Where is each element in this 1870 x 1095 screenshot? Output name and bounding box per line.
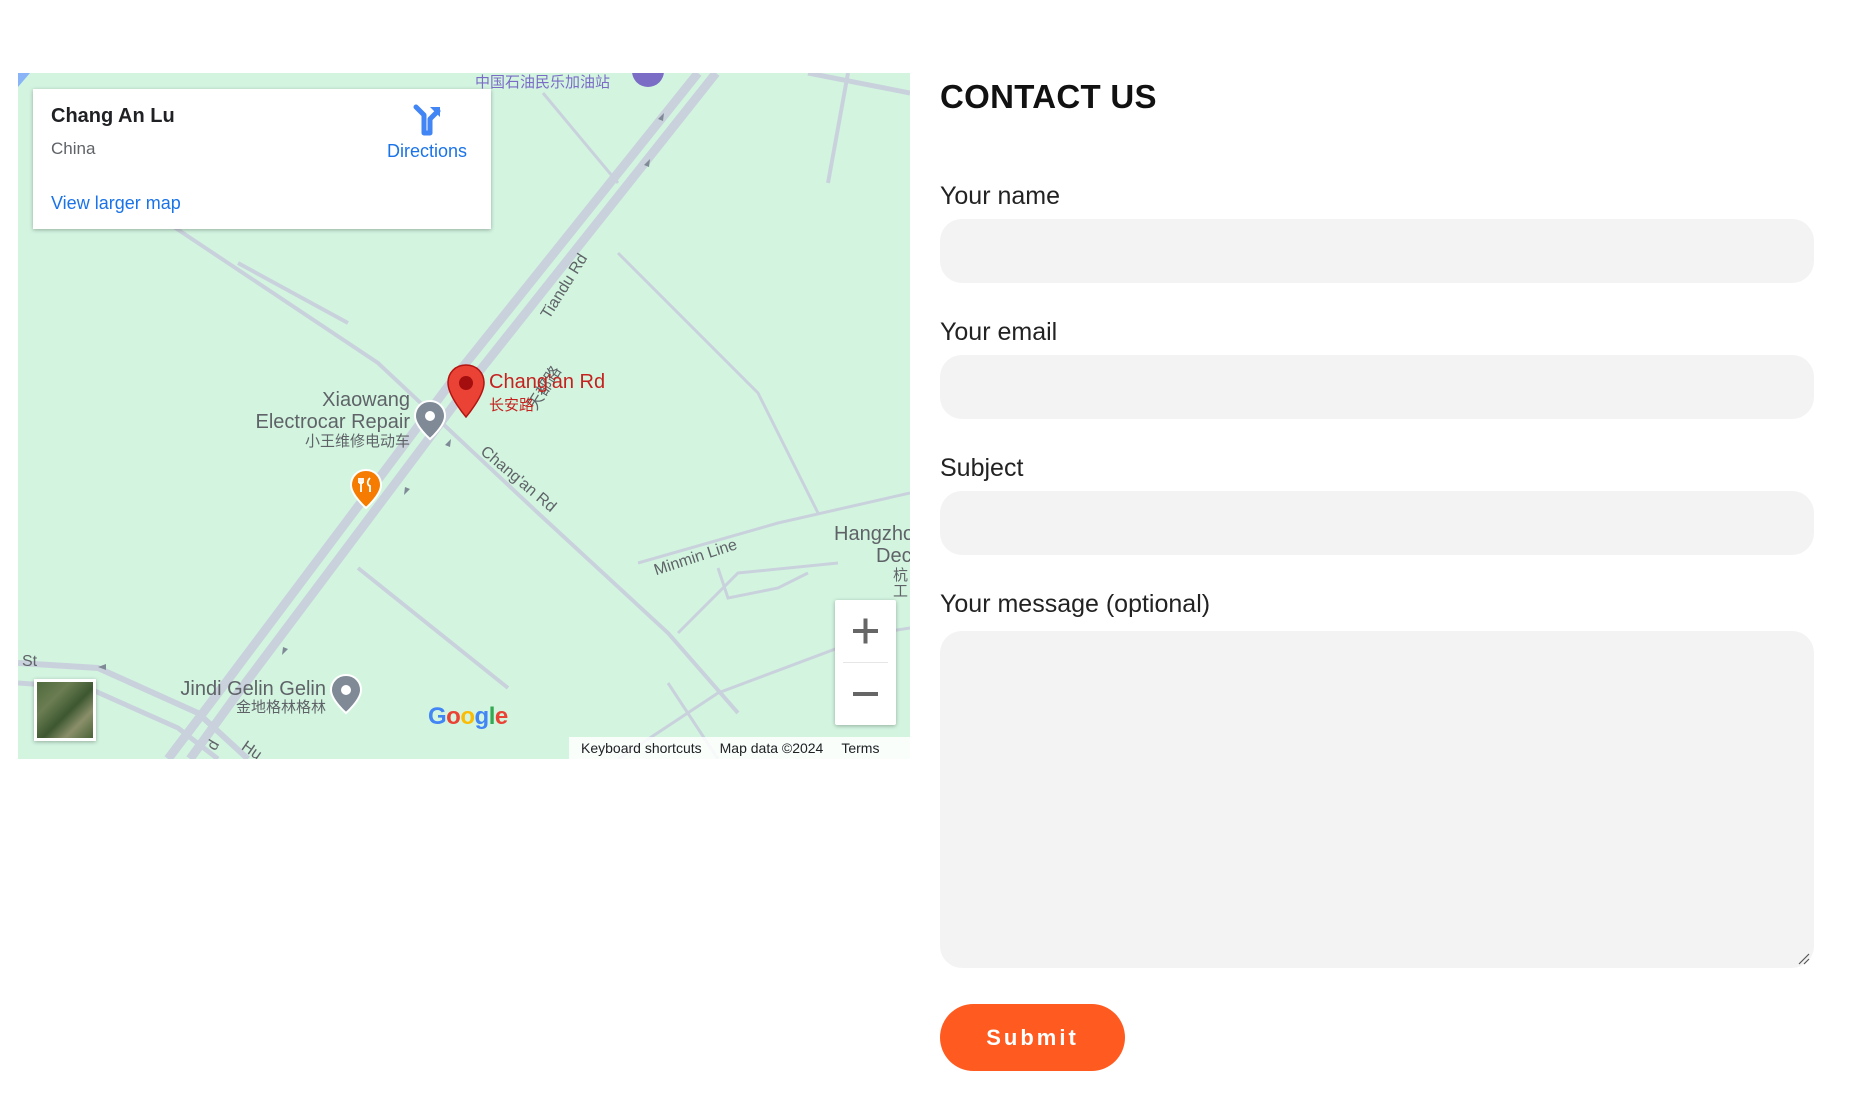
submit-button[interactable]: Submit [940, 1004, 1125, 1071]
poi-marker-icon[interactable] [412, 399, 448, 446]
directions-label: Directions [386, 141, 468, 161]
view-larger-map-link[interactable]: View larger map [51, 193, 181, 214]
poi-label-jindi-cn: 金地格林格林 [235, 699, 326, 716]
contact-title: CONTACT US [940, 78, 1157, 115]
map-pin-icon[interactable] [446, 363, 486, 424]
road-label-st: St [22, 653, 38, 670]
directions-button[interactable]: Directions [377, 103, 477, 175]
satellite-toggle-button[interactable] [34, 679, 96, 741]
map-embed[interactable]: Chang An Lu China View larger map Direct… [18, 73, 910, 759]
message-label: Your message (optional) [940, 590, 1211, 618]
zoom-controls [835, 600, 896, 725]
zoom-out-button[interactable] [835, 663, 896, 725]
poi-label-xiaowang-1: Xiaowang [322, 389, 410, 411]
minus-icon [853, 692, 878, 696]
google-logo: Google [428, 703, 508, 730]
pin-label: Chang'an Rd [489, 371, 606, 393]
poi-marker-jindi-icon[interactable] [328, 673, 364, 720]
zoom-in-button[interactable] [835, 600, 896, 662]
restaurant-icon[interactable] [348, 468, 384, 515]
email-label: Your email [940, 318, 1058, 346]
directions-icon [377, 103, 477, 137]
resize-handle-icon[interactable] [1796, 951, 1810, 965]
poi-label-hangzhou-2: Dec [876, 545, 910, 567]
poi-label-hangzhou-1: Hangzho [834, 523, 910, 545]
poi-label-xiaowang-2: Electrocar Repair [255, 411, 410, 433]
map-data-text: Map data ©2024 [719, 740, 824, 756]
poi-label-xiaowang-cn: 小王维修电动车 [304, 433, 410, 450]
subject-label: Subject [940, 454, 1024, 482]
place-subtitle: China [51, 139, 96, 158]
name-label: Your name [940, 182, 1060, 210]
map-attribution: Keyboard shortcuts Map data ©2024 Terms [569, 737, 910, 759]
plus-icon [853, 618, 878, 644]
subject-field[interactable] [940, 491, 1814, 555]
message-field[interactable] [940, 631, 1814, 968]
terms-link[interactable]: Terms [841, 740, 879, 756]
name-field[interactable] [940, 219, 1814, 283]
email-field[interactable] [940, 355, 1814, 419]
place-info-card: Chang An Lu China View larger map Direct… [33, 89, 491, 229]
poi-label-jindi: Jindi Gelin Gelin [180, 678, 326, 700]
poi-label-gas-station: 中国石油民乐加油站 [475, 74, 611, 91]
place-title: Chang An Lu [51, 105, 175, 127]
poi-label-hangzhou-cn2: 工 [893, 583, 909, 600]
keyboard-shortcuts-link[interactable]: Keyboard shortcuts [581, 740, 702, 756]
pin-label-cn: 长安路 [489, 397, 535, 414]
